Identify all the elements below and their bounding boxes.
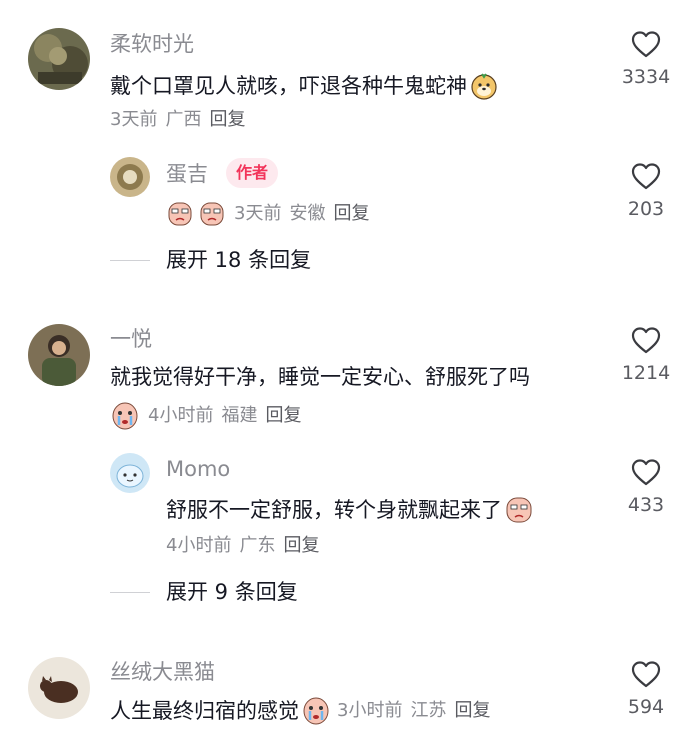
crying-face-emoji-icon bbox=[198, 200, 226, 228]
comment-item: 柔软时光 戴个口罩见人就咳，吓退各种牛鬼蛇神 3天前 广西 回复 3334 蛋吉… bbox=[0, 0, 690, 300]
expand-replies-button[interactable]: 展开 18 条回复 bbox=[110, 250, 311, 271]
reply-meta: 3天前 安徽 回复 bbox=[166, 200, 369, 228]
comment-username[interactable]: 一悦 bbox=[110, 329, 152, 350]
reply-text: 舒服不一定舒服，转个身就飘起来了 bbox=[166, 495, 534, 525]
comment-username[interactable]: 柔软时光 bbox=[110, 34, 194, 55]
comment-text-content: 人生最终归宿的感觉 bbox=[110, 698, 299, 723]
crying-face-emoji-icon bbox=[504, 495, 534, 525]
like-count: 3334 bbox=[621, 66, 671, 88]
reply-text-content: 舒服不一定舒服，转个身就飘起来了 bbox=[166, 497, 502, 522]
crying-face-emoji-icon bbox=[301, 696, 331, 726]
avatar[interactable] bbox=[28, 657, 90, 719]
avatar[interactable] bbox=[28, 28, 90, 90]
heart-outline-icon bbox=[631, 661, 661, 688]
avatar[interactable] bbox=[28, 324, 90, 386]
comment-item: 一悦 就我觉得好干净，睡觉一定安心、舒服死了吗 4小时前 福建 回复 1214 … bbox=[0, 300, 690, 630]
comment-meta: 3天前 广西 回复 bbox=[110, 111, 245, 129]
comment-time: 3天前 bbox=[110, 109, 158, 130]
comment-item: 丝绒大黑猫 人生最终归宿的感觉 3小时前 江苏 回复 594 bbox=[0, 630, 690, 747]
reply-meta: 4小时前 广东 回复 bbox=[166, 537, 319, 555]
like-button[interactable]: 1214 bbox=[611, 326, 681, 383]
like-button[interactable]: 594 bbox=[611, 660, 681, 717]
crying-face-emoji-icon bbox=[110, 401, 140, 431]
like-count: 594 bbox=[627, 696, 665, 718]
avatar[interactable] bbox=[110, 453, 150, 493]
expand-replies-label: 展开 9 条回复 bbox=[166, 580, 298, 604]
expand-replies-button[interactable]: 展开 9 条回复 bbox=[110, 582, 298, 603]
expand-replies-label: 展开 18 条回复 bbox=[166, 248, 312, 272]
comment-text-content: 戴个口罩见人就咳，吓退各种牛鬼蛇神 bbox=[110, 73, 467, 98]
divider-line bbox=[110, 592, 150, 593]
like-button[interactable]: 203 bbox=[611, 162, 681, 219]
like-button[interactable]: 3334 bbox=[611, 30, 681, 87]
comment-location: 广西 bbox=[165, 109, 202, 130]
reply-button[interactable]: 回复 bbox=[454, 702, 490, 720]
heart-outline-icon bbox=[631, 31, 661, 58]
reply-button[interactable]: 回复 bbox=[333, 205, 369, 223]
reply-button[interactable]: 回复 bbox=[209, 111, 245, 129]
like-button[interactable]: 433 bbox=[611, 458, 681, 515]
reply-username[interactable]: Momo bbox=[166, 459, 230, 480]
heart-outline-icon bbox=[631, 459, 661, 486]
like-count: 433 bbox=[627, 494, 665, 516]
shiba-dog-emoji-icon bbox=[469, 71, 499, 101]
crying-face-emoji-icon bbox=[166, 200, 194, 228]
comment-meta: 4小时前 福建 回复 bbox=[110, 401, 301, 431]
comment-meta: 3小时前 江苏 回复 bbox=[337, 702, 490, 720]
like-count: 1214 bbox=[621, 362, 671, 384]
reply-username[interactable]: 蛋吉 bbox=[166, 164, 208, 185]
heart-outline-icon bbox=[631, 327, 661, 354]
reply-button[interactable]: 回复 bbox=[283, 537, 319, 555]
avatar[interactable] bbox=[110, 157, 150, 197]
reply-location: 安徽 bbox=[289, 203, 326, 224]
reply-button[interactable]: 回复 bbox=[265, 407, 301, 425]
reply-location: 广东 bbox=[239, 535, 276, 556]
like-count: 203 bbox=[627, 198, 665, 220]
divider-line bbox=[110, 260, 150, 261]
comment-text: 就我觉得好干净，睡觉一定安心、舒服死了吗 bbox=[110, 365, 530, 389]
comment-text: 人生最终归宿的感觉 3小时前 江苏 回复 bbox=[110, 696, 490, 726]
heart-outline-icon bbox=[631, 163, 661, 190]
comment-location: 江苏 bbox=[410, 700, 447, 721]
reply-time: 4小时前 bbox=[166, 535, 232, 556]
comment-username[interactable]: 丝绒大黑猫 bbox=[110, 662, 215, 683]
comment-text: 戴个口罩见人就咳，吓退各种牛鬼蛇神 bbox=[110, 71, 499, 101]
comment-time: 4小时前 bbox=[148, 405, 214, 426]
comment-time: 3小时前 bbox=[337, 700, 403, 721]
author-badge: 作者 bbox=[226, 158, 279, 188]
comment-location: 福建 bbox=[221, 405, 258, 426]
reply-time: 3天前 bbox=[234, 203, 282, 224]
